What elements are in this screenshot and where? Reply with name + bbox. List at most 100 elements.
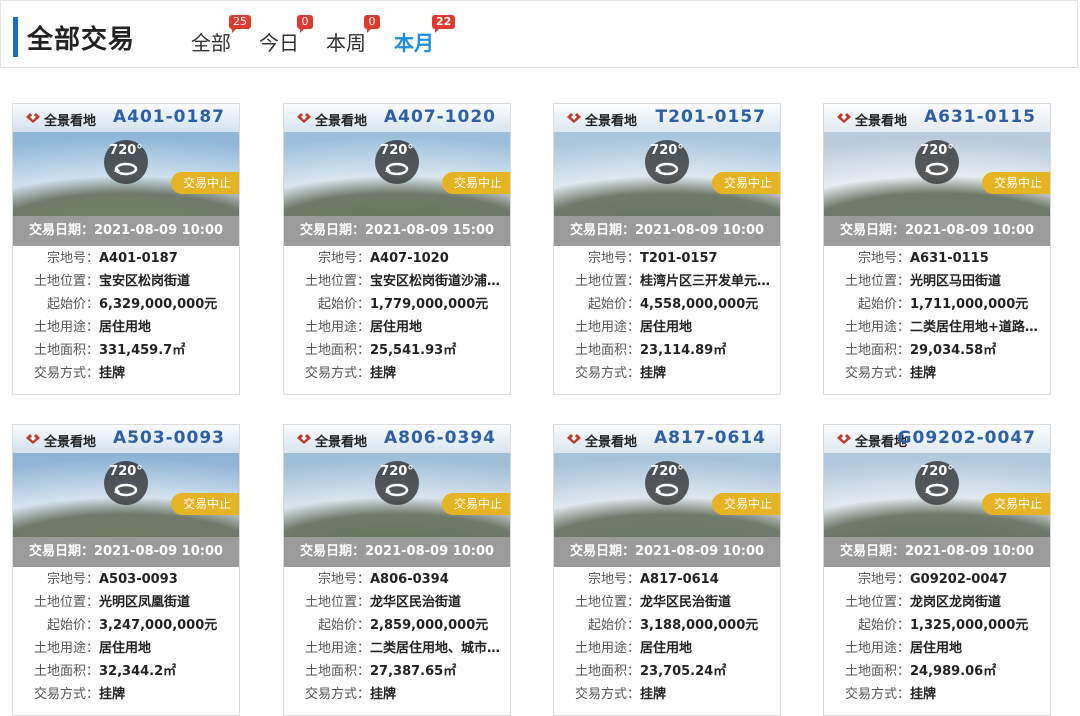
starting-price-label: 起始价：	[46, 618, 99, 633]
status-badge: 交易中止	[981, 172, 1050, 194]
listing-card[interactable]: 全景看地 A401-0187 720° 交易中止 交易日期：2021-08-09…	[12, 103, 240, 395]
land-use-label: 土地用途：	[844, 641, 910, 656]
trade-method-label: 交易方式：	[304, 366, 370, 381]
land-use-label: 土地用途：	[574, 641, 640, 656]
trade-method-label: 交易方式：	[33, 366, 99, 381]
parcel-number-row: 宗地号： T201-0157	[554, 248, 780, 270]
land-location-value: 宝安区松岗街道	[99, 274, 191, 289]
land-location-row: 土地位置： 光明区马田街道	[824, 271, 1050, 293]
listing-card[interactable]: 全景看地 T201-0157 720° 交易中止 交易日期：2021-08-09…	[553, 103, 781, 395]
land-location-value: 宝安区松岗街道沙浦…	[370, 274, 501, 289]
land-use-value: 二类居住用地+道路…	[910, 320, 1038, 335]
land-area-value: 32,344.2㎡	[99, 664, 177, 679]
land-use-row: 土地用途： 居住用地	[284, 317, 510, 339]
panorama-image[interactable]: 全景看地 A407-1020 720° 交易中止	[284, 104, 510, 216]
trade-method-label: 交易方式：	[574, 366, 640, 381]
listing-card[interactable]: 全景看地 A806-0394 720° 交易中止 交易日期：2021-08-09…	[283, 424, 511, 716]
panorama-image[interactable]: 全景看地 A817-0614 720° 交易中止	[554, 425, 780, 537]
panorama-image[interactable]: 全景看地 A401-0187 720° 交易中止	[13, 104, 239, 216]
listing-card[interactable]: 全景看地 A631-0115 720° 交易中止 交易日期：2021-08-09…	[823, 103, 1051, 395]
trade-date-value: 2021-08-09 10:00	[634, 223, 765, 238]
trade-date-label: 交易日期：	[839, 223, 905, 238]
vr-720-button[interactable]: 720°	[915, 140, 959, 184]
parcel-number-label: 宗地号：	[857, 572, 910, 587]
trade-method-value: 挂牌	[910, 366, 937, 381]
status-badge: 交易中止	[170, 493, 239, 515]
parcel-code-title: A401-0187	[112, 107, 225, 127]
land-location-value: 桂湾片区三开发单元…	[640, 274, 771, 289]
panorama-image[interactable]: 全景看地 G09202-0047 720° 交易中止	[824, 425, 1050, 537]
vr-720-button[interactable]: 720°	[375, 461, 419, 505]
listing-card[interactable]: 全景看地 A503-0093 720° 交易中止 交易日期：2021-08-09…	[12, 424, 240, 716]
parcel-number-value: A503-0093	[99, 572, 178, 587]
starting-price-label: 起始价：	[857, 618, 910, 633]
vr-720-button[interactable]: 720°	[645, 461, 689, 505]
vr-720-button[interactable]: 720°	[645, 140, 689, 184]
land-location-value: 龙华区民治街道	[640, 595, 732, 610]
starting-price-value: 4,558,000,000元	[640, 297, 759, 312]
listing-card[interactable]: 全景看地 G09202-0047 720° 交易中止 交易日期：2021-08-…	[823, 424, 1051, 716]
tab-this-week[interactable]: 本周 0	[326, 15, 380, 56]
trade-method-value: 挂牌	[99, 366, 126, 381]
vr-720-button[interactable]: 720°	[104, 140, 148, 184]
land-location-label: 土地位置：	[574, 274, 640, 289]
parcel-number-label: 宗地号：	[587, 572, 640, 587]
vr-720-button[interactable]: 720°	[104, 461, 148, 505]
vr-720-button[interactable]: 720°	[915, 461, 959, 505]
trade-date-label: 交易日期：	[28, 223, 94, 238]
land-use-label: 土地用途：	[304, 320, 370, 335]
land-area-row: 土地面积： 331,459.7㎡	[13, 340, 239, 362]
trade-date-value: 2021-08-09 10:00	[364, 544, 495, 559]
parcel-number-row: 宗地号： A503-0093	[13, 569, 239, 591]
tab-this-month[interactable]: 本月 22	[394, 15, 456, 56]
vr-720-button[interactable]: 720°	[375, 140, 419, 184]
tab-today[interactable]: 今日 0	[259, 15, 313, 56]
starting-price-value: 1,779,000,000元	[370, 297, 489, 312]
tab-all[interactable]: 全部 25	[191, 15, 251, 56]
vr-degree-label: 720°	[109, 143, 143, 158]
starting-price-row: 起始价： 3,247,000,000元	[13, 615, 239, 637]
parcel-code-title: A631-0115	[923, 107, 1036, 127]
land-location-label: 土地位置：	[304, 274, 370, 289]
parcel-number-row: 宗地号： A806-0394	[284, 569, 510, 591]
listing-card[interactable]: 全景看地 A407-1020 720° 交易中止 交易日期：2021-08-09…	[283, 103, 511, 395]
count-badge: 0	[297, 15, 313, 33]
land-use-value: 二类居住用地、城市…	[370, 641, 501, 656]
logo-strip: 全景看地 A631-0115	[824, 104, 1050, 132]
trade-method-label: 交易方式：	[574, 687, 640, 702]
rotate-icon	[385, 162, 409, 176]
brand-logo-icon	[26, 113, 40, 123]
trade-date-value: 2021-08-09 10:00	[93, 544, 224, 559]
trade-method-label: 交易方式：	[844, 366, 910, 381]
land-area-value: 24,989.06㎡	[910, 664, 997, 679]
panorama-image[interactable]: 全景看地 A631-0115 720° 交易中止	[824, 104, 1050, 216]
brand-logo-icon	[837, 434, 851, 444]
logo-strip: 全景看地 A407-1020	[284, 104, 510, 132]
brand-logo-icon	[567, 434, 581, 444]
rotate-icon	[655, 162, 679, 176]
panorama-image[interactable]: 全景看地 A503-0093 720° 交易中止	[13, 425, 239, 537]
land-area-row: 土地面积： 25,541.93㎡	[284, 340, 510, 362]
trade-method-row: 交易方式： 挂牌	[284, 684, 510, 706]
land-use-value: 居住用地	[640, 320, 693, 335]
starting-price-row: 起始价： 3,188,000,000元	[554, 615, 780, 637]
trade-date-label: 交易日期：	[299, 544, 365, 559]
status-badge: 交易中止	[711, 172, 780, 194]
brand-logo-text: 全景看地	[44, 435, 97, 450]
trade-method-value: 挂牌	[99, 687, 126, 702]
land-area-value: 29,034.58㎡	[910, 343, 997, 358]
land-area-label: 土地面积：	[574, 343, 640, 358]
panorama-image[interactable]: 全景看地 A806-0394 720° 交易中止	[284, 425, 510, 537]
panorama-image[interactable]: 全景看地 T201-0157 720° 交易中止	[554, 104, 780, 216]
logo-strip: 全景看地 A817-0614	[554, 425, 780, 453]
land-area-value: 25,541.93㎡	[370, 343, 457, 358]
rotate-icon	[385, 483, 409, 497]
logo-strip: 全景看地 G09202-0047	[824, 425, 1050, 453]
trade-date-label: 交易日期：	[839, 544, 905, 559]
listing-card[interactable]: 全景看地 A817-0614 720° 交易中止 交易日期：2021-08-09…	[553, 424, 781, 716]
parcel-number-row: 宗地号： A631-0115	[824, 248, 1050, 270]
starting-price-value: 2,859,000,000元	[370, 618, 489, 633]
starting-price-label: 起始价：	[317, 618, 370, 633]
parcel-number-value: A407-1020	[370, 251, 449, 266]
vr-degree-label: 720°	[650, 464, 684, 479]
